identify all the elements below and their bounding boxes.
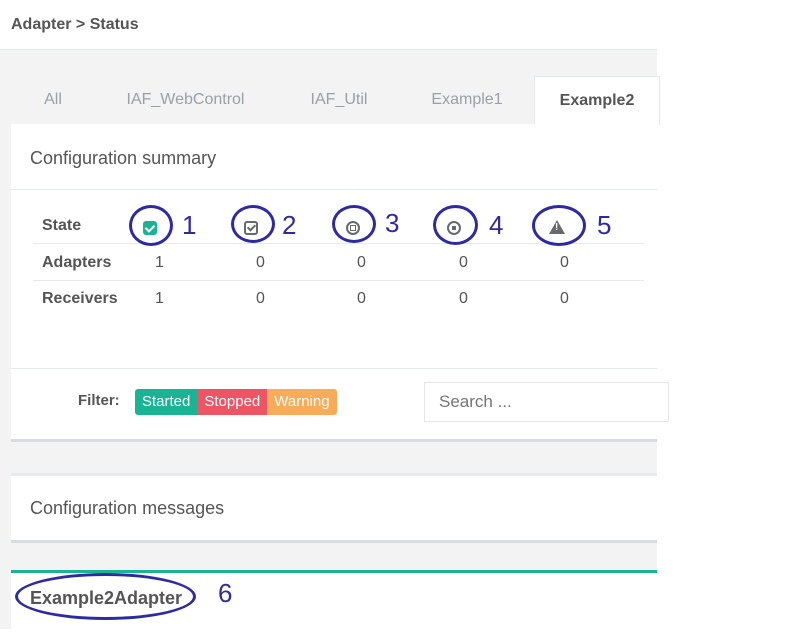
tab-iaf-util[interactable]: IAF_Util (276, 76, 402, 124)
receivers-stop-circle-count: 0 (357, 290, 366, 307)
configuration-summary-panel: Configuration summary State Adapters 1 0… (11, 124, 669, 442)
receivers-warning-count: 0 (560, 290, 569, 307)
adapters-label: Adapters (42, 254, 112, 271)
adapters-row: Adapters 1 0 0 0 0 (33, 245, 644, 281)
tab-example1[interactable]: Example1 (402, 76, 532, 124)
search-input[interactable] (425, 383, 668, 421)
annotation-ellipse-6 (15, 573, 196, 620)
adapters-dot-circle-count: 0 (459, 254, 468, 271)
search-box (424, 382, 669, 422)
configuration-messages-panel[interactable]: Configuration messages (11, 473, 657, 543)
configuration-tabs: All IAF_WebControl IAF_Util Example1 Exa… (11, 76, 660, 125)
receivers-started-count: 1 (155, 290, 164, 307)
receivers-dot-circle-count: 0 (459, 290, 468, 307)
annotation-ellipse-2 (231, 205, 275, 243)
tab-iaf-webcontrol[interactable]: IAF_WebControl (95, 76, 276, 124)
state-label: State (42, 217, 82, 234)
filter-stopped-button[interactable]: Stopped (197, 389, 268, 415)
annotation-number-5: 5 (597, 210, 612, 240)
configuration-summary-title: Configuration summary (30, 148, 217, 168)
annotation-number-6: 6 (218, 578, 233, 608)
filter-button-group: Started Stopped Warning (135, 389, 337, 415)
annotation-ellipse-4 (433, 205, 478, 245)
adapters-stopped-count: 0 (256, 254, 265, 271)
adapters-warning-count: 0 (560, 254, 569, 271)
annotation-number-1: 1 (182, 210, 197, 240)
annotation-ellipse-3 (332, 205, 376, 243)
adapters-started-count: 1 (155, 254, 164, 271)
header-bar: Adapter > Status (0, 0, 657, 50)
annotation-number-2: 2 (282, 210, 297, 240)
filter-warning-button[interactable]: Warning (267, 389, 337, 415)
filter-started-button[interactable]: Started (135, 389, 198, 415)
annotation-ellipse-5 (532, 205, 586, 246)
configuration-messages-title: Configuration messages (30, 498, 225, 518)
receivers-row: Receivers 1 0 0 0 0 (33, 281, 644, 317)
divider (11, 189, 657, 190)
divider (11, 368, 657, 369)
receivers-stopped-count: 0 (256, 290, 265, 307)
adapters-stop-circle-count: 0 (357, 254, 366, 271)
tab-all[interactable]: All (11, 76, 95, 124)
receivers-label: Receivers (42, 290, 118, 307)
tab-example2[interactable]: Example2 (534, 76, 660, 125)
breadcrumb: Adapter > Status (11, 16, 139, 33)
filter-label: Filter: (78, 392, 120, 409)
annotation-ellipse-1 (129, 205, 173, 246)
annotation-number-4: 4 (489, 210, 504, 240)
annotation-number-3: 3 (385, 208, 400, 238)
